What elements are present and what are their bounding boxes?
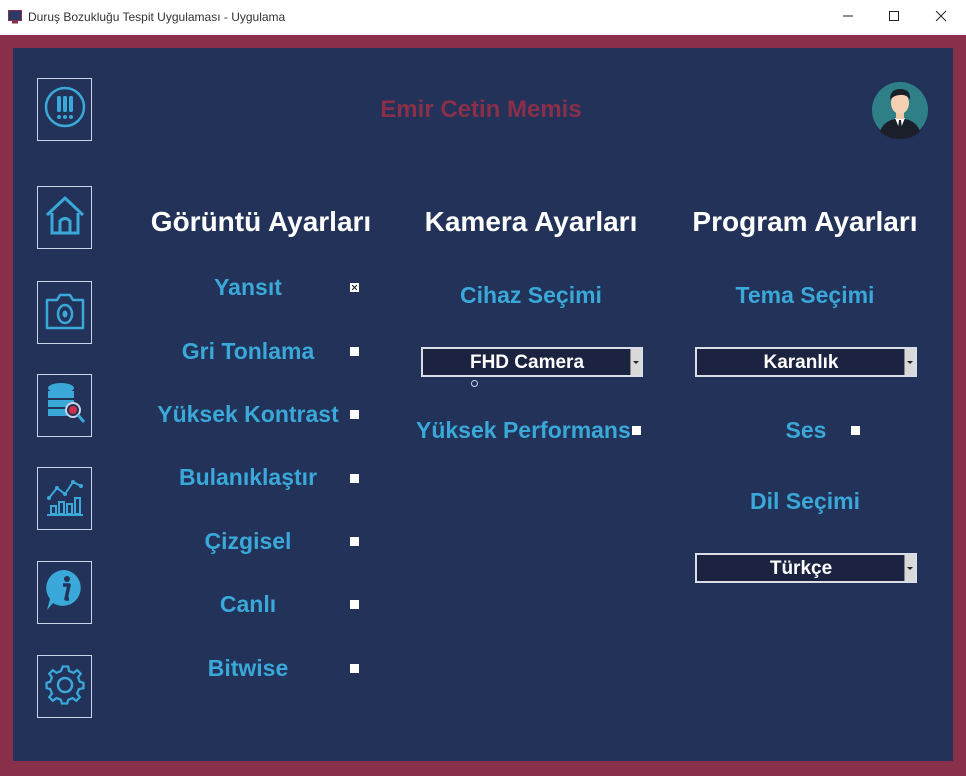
option-checkbox-bitwise[interactable] [350, 664, 359, 673]
home-icon [43, 191, 87, 244]
sidebar-item-settings[interactable] [37, 655, 92, 718]
high-performance-checkbox[interactable] [632, 426, 641, 435]
info-icon [43, 566, 87, 619]
option-label-high-contrast: Yüksek Kontrast [157, 401, 339, 427]
language-select[interactable]: Türkçe [695, 553, 917, 583]
close-button[interactable] [918, 0, 964, 35]
option-checkbox-blur[interactable] [350, 474, 359, 483]
sound-label: Ses [785, 417, 827, 443]
maximize-button[interactable] [871, 0, 917, 35]
option-checkbox-mirror[interactable] [350, 283, 359, 292]
option-checkbox-linear[interactable] [350, 537, 359, 546]
user-name: Emir Cetin Memis [380, 96, 582, 123]
database-search-icon [43, 379, 87, 432]
sidebar-item-info[interactable] [37, 561, 92, 624]
option-checkbox-vivid[interactable] [350, 600, 359, 609]
sidebar-item-database[interactable] [37, 374, 92, 437]
statistics-chart-icon [43, 472, 87, 525]
camera-settings-title: Kamera Ayarları [424, 206, 638, 237]
option-label-blur: Bulanıklaştır [178, 464, 318, 490]
device-selection-label: Cihaz Seçimi [460, 282, 602, 308]
option-checkbox-grayscale[interactable] [350, 347, 359, 356]
chevron-down-icon[interactable] [904, 349, 915, 375]
option-label-linear: Çizgisel [204, 528, 292, 554]
chevron-down-icon[interactable] [904, 555, 915, 581]
sidebar-item-home[interactable] [37, 186, 92, 249]
sound-checkbox[interactable] [851, 426, 860, 435]
alert-icon [43, 83, 87, 136]
option-label-mirror: Yansıt [214, 274, 282, 300]
language-select-value: Türkçe [769, 558, 833, 579]
minimize-button[interactable] [825, 0, 871, 35]
device-select[interactable]: FHD Camera [421, 347, 643, 377]
option-checkbox-high-contrast[interactable] [350, 410, 359, 419]
language-selection-label: Dil Seçimi [750, 488, 860, 514]
close-icon [935, 9, 947, 27]
option-label-grayscale: Gri Tonlama [181, 338, 315, 364]
program-settings-title: Program Ayarları [692, 206, 918, 237]
sidebar-item-statistics[interactable] [37, 467, 92, 530]
theme-select-value: Karanlık [763, 352, 839, 373]
title-bar: Duruş Bozukluğu Tespit Uygulaması - Uygu… [0, 0, 966, 35]
sidebar-item-camera[interactable] [37, 281, 92, 344]
camera-icon [43, 286, 87, 339]
option-label-vivid: Canlı [219, 591, 277, 617]
maximize-icon [888, 9, 900, 27]
theme-selection-label: Tema Seçimi [735, 282, 875, 308]
chevron-down-icon[interactable] [630, 349, 641, 375]
minimize-icon [842, 9, 854, 27]
avatar [871, 78, 929, 142]
device-select-value: FHD Camera [469, 352, 585, 373]
sidebar-item-alerts[interactable] [37, 78, 92, 141]
settings-gear-icon [43, 660, 87, 713]
app-icon [8, 10, 22, 24]
high-performance-label: Yüksek Performans [416, 417, 631, 443]
circle-icon [471, 380, 478, 387]
theme-select[interactable]: Karanlık [695, 347, 917, 377]
window-title: Duruş Bozukluğu Tespit Uygulaması - Uygu… [28, 10, 286, 24]
image-settings-title: Görüntü Ayarları [150, 206, 372, 237]
option-label-bitwise: Bitwise [207, 655, 289, 681]
